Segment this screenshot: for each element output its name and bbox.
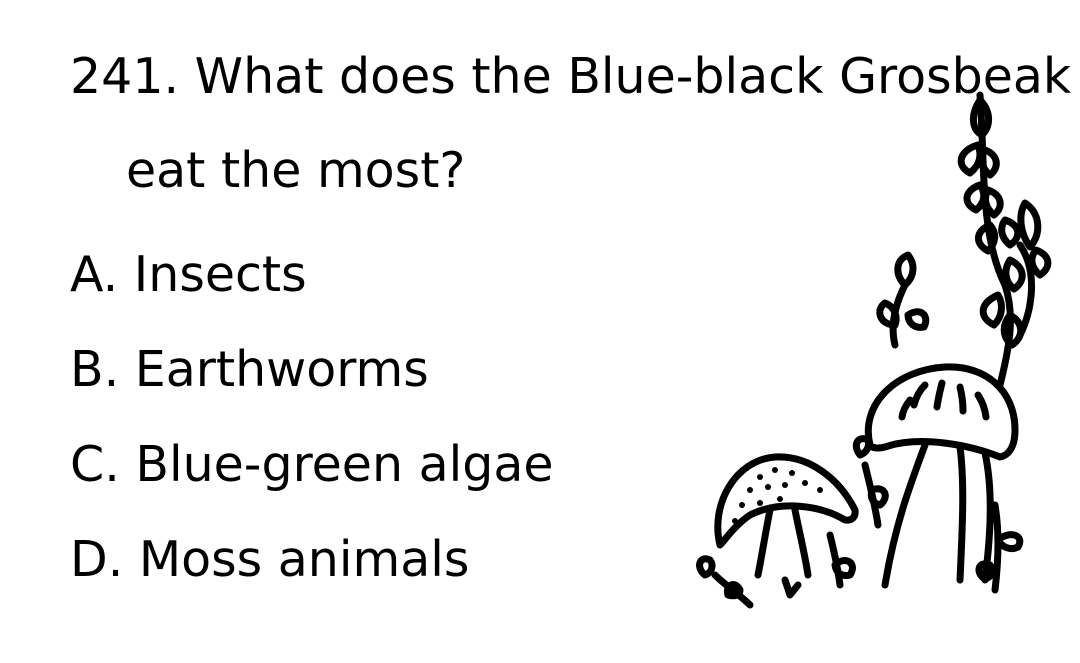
gill-mark [910,381,929,409]
sprig-leaf [876,299,900,329]
fern-leaf [979,291,1005,329]
large-mushroom-stem [881,441,929,589]
fern-leaf [978,146,1000,179]
gill-mark [956,383,967,415]
fern-leaf [998,216,1022,249]
small-mushroom-stem [754,506,774,579]
option-b: B. Earthworms [70,341,429,398]
mushroom-plant-drawing-icon [680,85,1080,625]
fern-leaf [957,141,984,177]
option-d: D. Moss animals [70,531,470,588]
fern-leaf [963,181,988,214]
fern-leaf [1002,256,1026,293]
gill-mark [898,396,914,421]
ground-plant-leaf [696,555,716,579]
gill-mark [933,379,946,411]
ground-plant-leaf [852,435,872,459]
small-mushroom-cap [714,453,859,549]
fern-leaf [982,186,1004,219]
gill-mark [974,391,990,421]
small-mushroom-stem [791,506,812,579]
large-mushroom-stem [956,443,967,584]
sprig-leaf [904,308,930,331]
option-c: C. Blue-green algae [70,436,554,493]
sprig-leaf [894,251,917,289]
ground-plant-leaf [831,557,856,579]
ground-plant-leaf [994,531,1024,553]
fern-leaf [1017,199,1042,251]
ground-plant-leaf [867,485,889,509]
ground-plant [991,501,1002,594]
fern-leaf [1028,246,1052,279]
ground-plant [781,576,802,599]
ground-plant [711,571,754,609]
option-a: A. Insects [70,246,307,303]
